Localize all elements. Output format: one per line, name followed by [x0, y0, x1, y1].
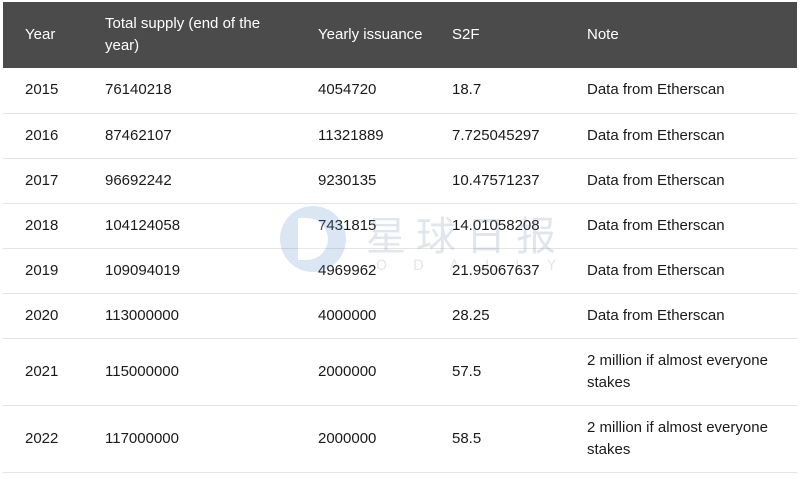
cell-total-supply: 109094019 — [83, 248, 296, 294]
cell-s2f: 10.47571237 — [430, 158, 565, 204]
cell-yearly-issuance: 4054720 — [296, 68, 430, 114]
header-s2f: S2F — [430, 2, 565, 68]
cell-year: 2018 — [3, 203, 83, 249]
table-row: 2021 115000000 2000000 57.5 2 million if… — [3, 338, 797, 406]
cell-yearly-issuance: 2000000 — [296, 405, 430, 473]
cell-s2f: 21.95067637 — [430, 248, 565, 294]
cell-yearly-issuance: 2000000 — [296, 338, 430, 406]
cell-note: Data from Etherscan — [565, 293, 797, 339]
cell-note: 2 million if almost everyone stakes — [565, 338, 797, 406]
cell-note: 2 million if almost everyone stakes — [565, 405, 797, 473]
cell-year: 2020 — [3, 293, 83, 339]
cell-s2f: 57.5 — [430, 338, 565, 406]
table-row: 2018 104124058 7431815 14.01058208 Data … — [3, 203, 797, 249]
cell-s2f: 7.725045297 — [430, 113, 565, 159]
cell-s2f: 28.25 — [430, 293, 565, 339]
cell-total-supply: 115000000 — [83, 338, 296, 406]
table-header-row: Year Total supply (end of the year) Year… — [3, 2, 797, 68]
cell-s2f: 58.5 — [430, 405, 565, 473]
header-total-supply: Total supply (end of the year) — [83, 2, 296, 68]
cell-year: 2019 — [3, 248, 83, 294]
cell-note: Data from Etherscan — [565, 158, 797, 204]
s2f-data-table: Year Total supply (end of the year) Year… — [3, 2, 797, 473]
table-row: 2020 113000000 4000000 28.25 Data from E… — [3, 293, 797, 339]
cell-year: 2015 — [3, 68, 83, 114]
cell-note: Data from Etherscan — [565, 113, 797, 159]
cell-total-supply: 117000000 — [83, 405, 296, 473]
table-row: 2019 109094019 4969962 21.95067637 Data … — [3, 248, 797, 294]
cell-total-supply: 113000000 — [83, 293, 296, 339]
cell-note: Data from Etherscan — [565, 68, 797, 114]
cell-note: Data from Etherscan — [565, 248, 797, 294]
cell-total-supply: 87462107 — [83, 113, 296, 159]
table-row: 2022 117000000 2000000 58.5 2 million if… — [3, 405, 797, 473]
cell-year: 2021 — [3, 338, 83, 406]
cell-yearly-issuance: 9230135 — [296, 158, 430, 204]
table-row: 2015 76140218 4054720 18.7 Data from Eth… — [3, 68, 797, 114]
cell-total-supply: 96692242 — [83, 158, 296, 204]
cell-yearly-issuance: 4000000 — [296, 293, 430, 339]
table-row: 2017 96692242 9230135 10.47571237 Data f… — [3, 158, 797, 204]
cell-yearly-issuance: 4969962 — [296, 248, 430, 294]
cell-yearly-issuance: 11321889 — [296, 113, 430, 159]
header-yearly-issuance: Yearly issuance — [296, 2, 430, 68]
table-row: 2016 87462107 11321889 7.725045297 Data … — [3, 113, 797, 159]
cell-year: 2022 — [3, 405, 83, 473]
cell-total-supply: 76140218 — [83, 68, 296, 114]
cell-note: Data from Etherscan — [565, 203, 797, 249]
cell-year: 2017 — [3, 158, 83, 204]
cell-year: 2016 — [3, 113, 83, 159]
header-note: Note — [565, 2, 797, 68]
header-year: Year — [3, 2, 83, 68]
cell-s2f: 18.7 — [430, 68, 565, 114]
cell-total-supply: 104124058 — [83, 203, 296, 249]
cell-yearly-issuance: 7431815 — [296, 203, 430, 249]
cell-s2f: 14.01058208 — [430, 203, 565, 249]
